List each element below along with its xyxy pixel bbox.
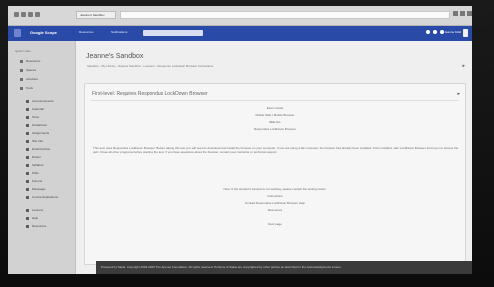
browser-tab[interactable]: Jeanne's Sandbox	[76, 11, 116, 19]
center-line-3: SEE ALL	[268, 120, 281, 124]
center-line-4: Respondus LockDown Browser	[254, 127, 296, 131]
lower-line-1: Note: If the student's camera is not wor…	[223, 187, 327, 191]
center-line-1: Exam Guide	[266, 106, 284, 110]
user-name[interactable]: Jeanne Kidd	[444, 30, 461, 34]
forward-icon[interactable]	[21, 12, 26, 17]
sidebar-item-tools[interactable]: Tools	[20, 86, 33, 90]
lesson-panel: First-level: Requires Respondus LockDown…	[84, 83, 466, 265]
page-title: Jeanne's Sandbox	[86, 53, 144, 60]
browser-toolbar: Jeanne's Sandbox	[8, 6, 472, 26]
topbar-icons	[426, 30, 444, 34]
minimize-icon[interactable]	[453, 11, 458, 16]
gear-icon[interactable]	[433, 30, 437, 34]
sidebar-item-resources-2[interactable]: Resources	[26, 224, 46, 228]
footer-item[interactable]: Next page	[85, 222, 465, 226]
address-bar[interactable]	[120, 11, 450, 19]
lower-line-2: Instructions	[267, 194, 283, 198]
sidebar-item-email-archive[interactable]: Email Archive	[26, 147, 50, 151]
expand-icon[interactable]: ▸	[462, 63, 465, 69]
search-input[interactable]	[143, 30, 203, 36]
screen: Jeanne's Sandbox Google Scope Resources …	[8, 6, 472, 274]
panel-divider	[91, 100, 459, 101]
sidebar-item-activities[interactable]: Activities	[20, 77, 38, 81]
sidebar-item-calendar[interactable]: Calendar	[26, 107, 44, 111]
lower-line-3[interactable]: Contact Respondus LockDown Browser Help	[85, 201, 465, 205]
sidebar-item-gradebook[interactable]: Gradebook	[26, 123, 47, 127]
sidebar-heading: Quick Links	[15, 49, 31, 53]
breadcrumb[interactable]: Sandbox - My Library - Spaces Sandbox - …	[87, 64, 213, 68]
sidebar-item-lessons[interactable]: Lessons	[26, 208, 43, 212]
main-content: Jeanne's Sandbox Sandbox - My Library - …	[76, 41, 472, 274]
instructions-paragraph: This quiz uses Respondus LockDown Browse…	[93, 146, 459, 154]
sidebar-item-help[interactable]: Help	[26, 216, 38, 220]
monitor: Jeanne's Sandbox Google Scope Resources …	[0, 0, 494, 287]
notification-icon[interactable]	[426, 30, 430, 34]
sidebar-item-polls[interactable]: Polls	[26, 171, 39, 175]
app-topbar: Google Scope Resources Notifications Jea…	[8, 26, 472, 41]
sidebar-item-assignments[interactable]: Assignments	[26, 131, 49, 135]
back-icon[interactable]	[14, 12, 19, 17]
panel-title: First-level: Requires Respondus LockDown…	[92, 91, 208, 97]
menu-item-notifications[interactable]: Notifications	[111, 30, 127, 34]
sidebar-item-site-info[interactable]: Site Info	[26, 139, 43, 143]
sidebar-item-spaces[interactable]: Spaces	[20, 68, 36, 72]
sidebar-item-course-evaluations[interactable]: Course Evaluations	[26, 195, 58, 199]
status-bar: Powered by Sakai. Copyright 2003-2025 Th…	[96, 261, 472, 274]
sidebar-item-resources[interactable]: Resources	[20, 59, 40, 63]
user-icon[interactable]	[463, 29, 468, 37]
refresh-icon[interactable]	[28, 12, 33, 17]
center-line-2: Mobile Web / Mobile Browser	[255, 113, 295, 117]
monitor-logo	[241, 280, 253, 284]
sidebar-item-roster[interactable]: Roster	[26, 155, 41, 159]
sidebar: Quick Links Resources Spaces Activities …	[8, 41, 76, 274]
home-icon[interactable]	[35, 12, 40, 17]
sidebar-item-announcements[interactable]: Announcements	[26, 99, 54, 103]
sidebar-item-syllabus[interactable]: Syllabus	[26, 163, 43, 167]
panel-toggle-icon[interactable]: ▸	[457, 91, 460, 97]
sidebar-item-messages[interactable]: Messages	[26, 187, 46, 191]
app-title: Google Scope	[30, 30, 57, 35]
sidebar-item-forums[interactable]: Forums	[26, 179, 42, 183]
lower-line-4[interactable]: Resources	[85, 208, 465, 212]
maximize-icon[interactable]	[460, 11, 465, 16]
sidebar-item-tests[interactable]: Tests	[26, 115, 39, 119]
menu-item-resources[interactable]: Resources	[79, 30, 93, 34]
app-logo	[14, 29, 21, 37]
close-icon[interactable]	[467, 11, 472, 16]
